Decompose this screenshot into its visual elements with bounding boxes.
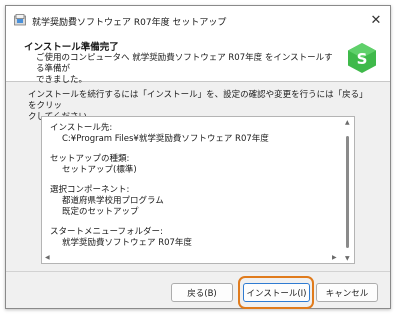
summary-value: セットアップ(標準) bbox=[62, 164, 137, 175]
installer-app-icon bbox=[14, 14, 26, 26]
cancel-button[interactable]: キャンセル bbox=[316, 283, 378, 302]
summary-section-components: 選択コンポーネント: 都道府県学校用プログラム 既定のセットアップ bbox=[50, 185, 335, 217]
vertical-scrollbar[interactable]: ▲ ▼ bbox=[343, 118, 353, 263]
back-button[interactable]: 戻る(B) bbox=[171, 283, 233, 302]
summary-section-start-menu: スタートメニューフォルダー: 就学奨励費ソフトウェア R07年度 bbox=[50, 227, 335, 248]
scroll-right-arrow-icon[interactable]: ▶ bbox=[332, 254, 337, 261]
scroll-down-arrow-icon[interactable]: ▼ bbox=[345, 255, 350, 262]
scrollbar-thumb[interactable] bbox=[346, 136, 349, 248]
page-description-line: できました。 bbox=[36, 75, 88, 85]
install-summary-content: インストール先: C:¥Program Files¥就学奨励費ソフトウェア R0… bbox=[50, 123, 335, 258]
close-button[interactable]: ✕ bbox=[368, 12, 384, 28]
wizard-header: インストール準備完了 ご使用のコンピュータへ 就学奨励費ソフトウェア R07年度… bbox=[6, 34, 390, 85]
install-button-highlight bbox=[238, 276, 314, 309]
product-logo-icon: S bbox=[348, 43, 376, 73]
summary-label: インストール先: bbox=[50, 123, 113, 133]
setup-window: 就学奨励費ソフトウェア R07年度 セットアップ ✕ インストール準備完了 ご使… bbox=[5, 5, 391, 309]
scroll-up-arrow-icon[interactable]: ▲ bbox=[345, 119, 350, 126]
footer-divider bbox=[6, 271, 390, 272]
page-description-line: ご使用のコンピュータへ 就学奨励費ソフトウェア R07年度 をインストールする準… bbox=[36, 53, 333, 74]
page-title: インストール準備完了 bbox=[24, 42, 119, 53]
summary-label: スタートメニューフォルダー: bbox=[50, 227, 163, 238]
summary-value: 就学奨励費ソフトウェア R07年度 bbox=[62, 237, 192, 248]
summary-value: 都道府県学校用プログラム bbox=[62, 195, 164, 206]
logo-letter: S bbox=[357, 50, 368, 68]
summary-value: 既定のセットアップ bbox=[62, 206, 139, 217]
summary-label: セットアップの種類: bbox=[50, 154, 130, 165]
summary-label: 選択コンポーネント: bbox=[50, 185, 130, 196]
instruction-line: インストールを続行するには「インストール」を、設定の確認や変更を行うには「戻る」… bbox=[28, 90, 368, 111]
summary-section-setup-type: セットアップの種類: セットアップ(標準) bbox=[50, 154, 335, 175]
scroll-left-arrow-icon[interactable]: ◀ bbox=[45, 254, 50, 261]
install-summary-box[interactable]: インストール先: C:¥Program Files¥就学奨励費ソフトウェア R0… bbox=[41, 116, 355, 264]
summary-section-install-dest: インストール先: C:¥Program Files¥就学奨励費ソフトウェア R0… bbox=[50, 123, 335, 144]
window-title: 就学奨励費ソフトウェア R07年度 セットアップ bbox=[32, 18, 227, 28]
page-description: ご使用のコンピュータへ 就学奨励費ソフトウェア R07年度 をインストールする準… bbox=[36, 53, 336, 86]
title-bar: 就学奨励費ソフトウェア R07年度 セットアップ ✕ bbox=[6, 6, 390, 34]
summary-value: C:¥Program Files¥就学奨励費ソフトウェア R07年度 bbox=[62, 133, 269, 144]
